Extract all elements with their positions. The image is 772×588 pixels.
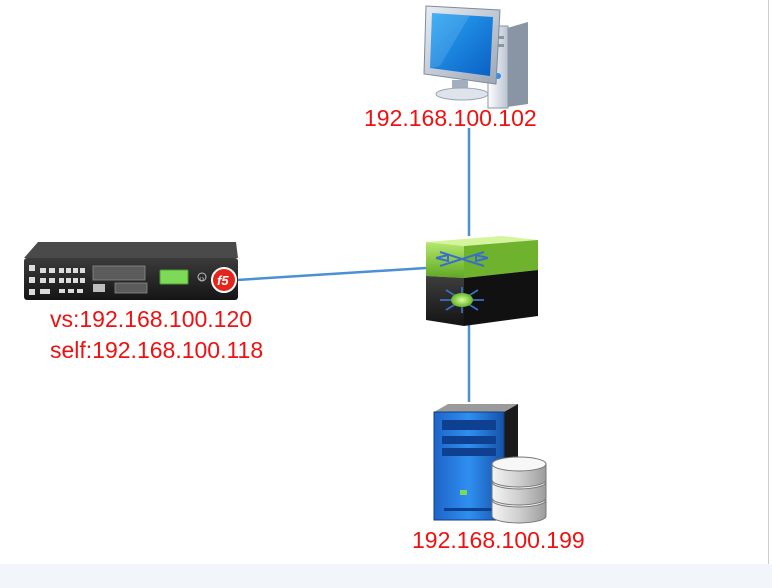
- desktop-computer-icon: [423, 5, 528, 109]
- disk-stack-icon: [491, 456, 547, 524]
- svg-text:‹›: ‹›: [199, 274, 205, 283]
- database-server-icon: [433, 404, 547, 524]
- footer-strip: [0, 564, 772, 588]
- f5-self-ip-label: self:192.168.100.118: [50, 337, 264, 363]
- link-f5-switch: [236, 266, 427, 282]
- server-ip-label: 192.168.100.199: [412, 527, 585, 553]
- pc-ip-label: 192.168.100.102: [364, 105, 537, 131]
- f5-vs-ip-label: vs:192.168.100.120: [50, 306, 253, 332]
- canvas-edge: [768, 0, 769, 564]
- diagram-canvas: ‹› f5: [24, 5, 547, 524]
- svg-text:f5: f5: [217, 273, 229, 288]
- network-switch-icon: [426, 236, 538, 326]
- f5-bigip-appliance-icon: ‹› f5: [24, 242, 238, 300]
